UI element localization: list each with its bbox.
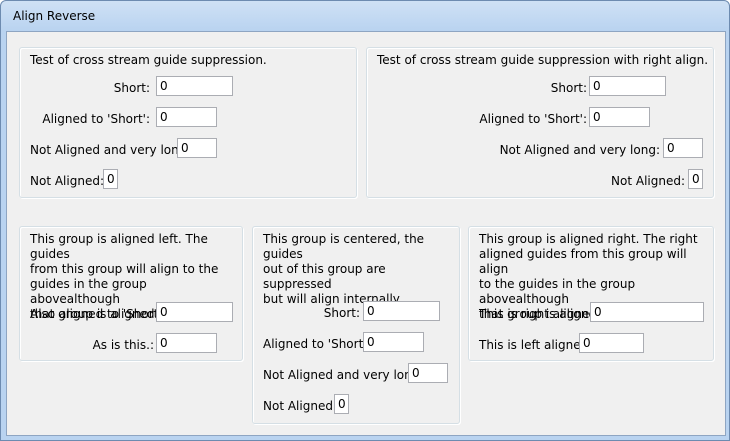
not-aligned-long-input[interactable]: [177, 138, 217, 158]
not-aligned-input[interactable]: [334, 394, 349, 414]
short-input[interactable]: [156, 76, 233, 96]
field-label-not-aligned: Not Aligned:: [611, 174, 685, 188]
field-label-left-aligned: This is left aligned:: [479, 338, 593, 352]
not-aligned-long-input[interactable]: [408, 363, 448, 383]
group-aligned-left: This group is aligned left. The guides f…: [19, 226, 243, 361]
field-label-short: Short:: [550, 81, 587, 95]
group-cross-stream: Test of cross stream guide suppression. …: [19, 47, 357, 198]
field-label-aligned-to-short: Aligned to 'Short':: [479, 112, 587, 126]
title-bar[interactable]: Align Reverse: [1, 1, 729, 31]
short-input[interactable]: [589, 76, 666, 96]
field-label-short: Short:: [323, 306, 360, 320]
field-label-aligned-to-short: Aligned to 'Short':: [263, 337, 371, 351]
as-is-this-input[interactable]: [156, 333, 217, 353]
field-label-right-aligned: This is right aligned:: [479, 307, 602, 321]
app-window: Align Reverse Test of cross stream guide…: [0, 0, 730, 441]
field-label-as-is-this: As is this.:: [92, 338, 154, 352]
field-label-not-aligned-long: Not Aligned and very long:: [499, 143, 660, 157]
group-centered: This group is centered, the guides out o…: [252, 226, 460, 424]
aligned-to-short-input[interactable]: [589, 107, 650, 127]
left-aligned-input[interactable]: [579, 333, 644, 353]
field-label-not-aligned: Not Aligned:: [30, 174, 104, 188]
window-title: Align Reverse: [13, 9, 96, 23]
aligned-to-short-input[interactable]: [363, 332, 424, 352]
right-aligned-input[interactable]: [590, 302, 704, 322]
field-label-aligned-to-short: Aligned to 'Short':: [42, 112, 150, 126]
field-label-also-aligned: Also aligned to 'Short':: [30, 307, 166, 321]
group-aligned-right: This group is aligned right. The right a…: [468, 226, 714, 361]
group-cross-stream-right: Test of cross stream guide suppression w…: [366, 47, 714, 198]
field-label-short: Short:: [113, 81, 150, 95]
client-area: Test of cross stream guide suppression. …: [6, 31, 726, 436]
not-aligned-input[interactable]: [688, 169, 703, 189]
aligned-to-short-input[interactable]: [156, 107, 217, 127]
group-description: This group is centered, the guides out o…: [263, 232, 425, 306]
not-aligned-long-input[interactable]: [663, 138, 703, 158]
group-heading: Test of cross stream guide suppression w…: [377, 53, 709, 67]
not-aligned-input[interactable]: [103, 169, 118, 189]
field-label-not-aligned-long: Not Aligned and very long:: [30, 143, 191, 157]
short-input[interactable]: [363, 301, 440, 321]
field-label-not-aligned: Not Aligned:: [263, 399, 337, 413]
also-aligned-input[interactable]: [156, 302, 233, 322]
field-label-not-aligned-long: Not Aligned and very long:: [263, 368, 424, 382]
group-heading: Test of cross stream guide suppression.: [30, 53, 267, 67]
